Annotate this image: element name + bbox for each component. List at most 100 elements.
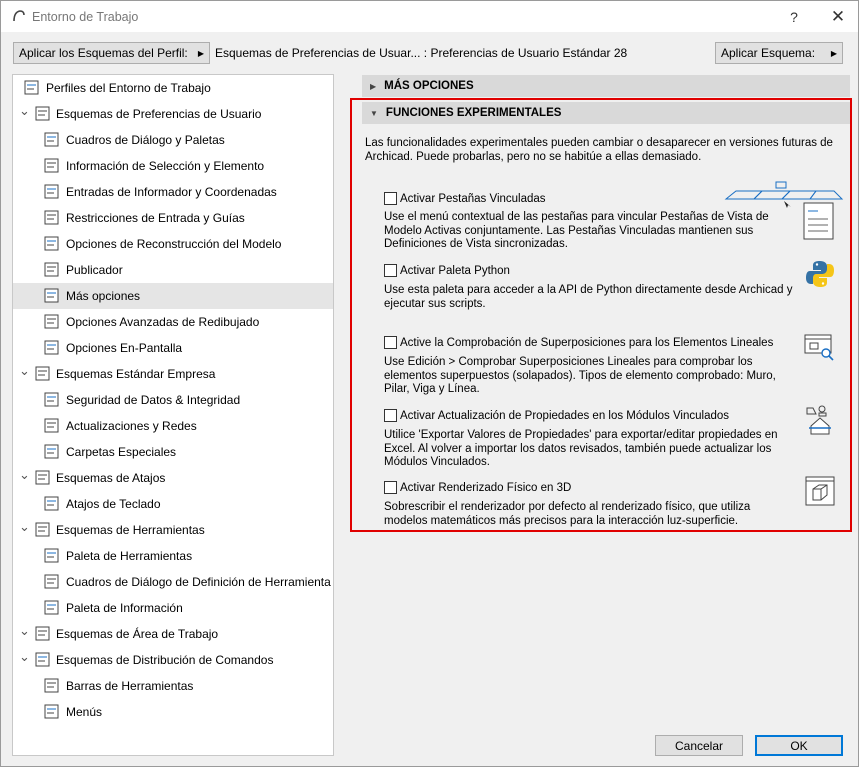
close-button[interactable]: ✕ bbox=[826, 7, 850, 27]
window-title: Entorno de Trabajo bbox=[32, 10, 139, 24]
module-properties-icon bbox=[806, 405, 831, 435]
more-options-header[interactable]: ▶ MÁS OPCIONES bbox=[362, 75, 850, 97]
sidebar-item-label: Esquemas de Preferencias de Usuario bbox=[56, 107, 262, 121]
sidebar-item-label: Esquemas de Distribución de Comandos bbox=[56, 653, 274, 667]
python-logo-icon bbox=[806, 261, 834, 287]
physical-render-checkbox[interactable] bbox=[384, 481, 397, 494]
chevron-down-icon[interactable]: ⌄ bbox=[19, 649, 30, 665]
cancel-button[interactable]: Cancelar bbox=[655, 735, 743, 756]
sidebar-item-label: Restricciones de Entrada y Guías bbox=[66, 211, 245, 225]
sidebar-item-label: Opciones Avanzadas de Redibujado bbox=[66, 315, 260, 329]
rebuild-icon bbox=[44, 236, 59, 251]
sidebar-item[interactable]: Opciones Avanzadas de Redibujado bbox=[13, 309, 333, 335]
sidebar-item[interactable]: Opciones En-Pantalla bbox=[13, 335, 333, 361]
linear-overlap-description: Use Edición > Comprobar Superposiciones … bbox=[384, 356, 776, 395]
menus-icon bbox=[44, 704, 59, 719]
chevron-down-icon[interactable]: ⌄ bbox=[19, 467, 30, 483]
triangle-down-icon: ▼ bbox=[370, 108, 378, 118]
physical-render-description: Sobrescribir el renderizador por defecto… bbox=[384, 501, 751, 527]
sidebar-item-label: Esquemas de Herramientas bbox=[56, 523, 205, 537]
sidebar-item[interactable]: Menús bbox=[13, 699, 333, 725]
chevron-down-icon[interactable]: ⌄ bbox=[19, 519, 30, 535]
ok-button[interactable]: OK bbox=[755, 735, 843, 756]
sidebar-item-label: Esquemas de Atajos bbox=[56, 471, 166, 485]
sidebar-item-label: Actualizaciones y Redes bbox=[66, 419, 197, 433]
sidebar-item-label: Menús bbox=[66, 705, 103, 719]
toolbar: Aplicar los Esquemas del Perfil: ▶ Esque… bbox=[1, 32, 858, 74]
sidebar-item-label: Barras de Herramientas bbox=[66, 679, 194, 693]
apply-profile-label: Aplicar los Esquemas del Perfil: bbox=[19, 46, 188, 60]
physical-render-label: Activar Renderizado Físico en 3D bbox=[400, 481, 572, 494]
sidebar-item[interactable]: Restricciones de Entrada y Guías bbox=[13, 205, 333, 231]
option-property-update[interactable]: Activar Actualización de Propiedades en … bbox=[384, 409, 729, 422]
sidebar-item-label: Opciones de Reconstrucción del Modelo bbox=[66, 237, 282, 251]
3d-render-icon bbox=[805, 476, 835, 506]
sidebar-item-label: Entradas de Informador y Coordenadas bbox=[66, 185, 277, 199]
sidebar-item[interactable]: Entradas de Informador y Coordenadas bbox=[13, 179, 333, 205]
xyz-icon bbox=[44, 184, 59, 199]
linear-overlap-checkbox[interactable] bbox=[384, 336, 397, 349]
sidebar-item[interactable]: Opciones de Reconstrucción del Modelo bbox=[13, 231, 333, 257]
option-linear-overlap[interactable]: Active la Comprobación de Superposicione… bbox=[384, 336, 773, 349]
apply-scheme-label: Aplicar Esquema: bbox=[721, 46, 816, 60]
option-python-palette[interactable]: Activar Paleta Python bbox=[384, 264, 510, 277]
sidebar-item-label: Cuadros de Diálogo de Definición de Herr… bbox=[66, 575, 331, 589]
python-palette-checkbox[interactable] bbox=[384, 264, 397, 277]
monitor-icon bbox=[44, 340, 59, 355]
sidebar-item[interactable]: Paleta de Información bbox=[13, 595, 333, 621]
dialogs-icon bbox=[44, 132, 59, 147]
property-update-label: Activar Actualización de Propiedades en … bbox=[400, 409, 730, 422]
chevron-down-icon[interactable]: ⌄ bbox=[19, 103, 30, 119]
property-update-description: Utilice 'Exportar Valores de Propiedades… bbox=[384, 429, 778, 468]
python-palette-label: Activar Paleta Python bbox=[400, 264, 510, 277]
sidebar-item[interactable]: ⌄ Esquemas de Atajos bbox=[13, 465, 333, 491]
sidebar-item[interactable]: Publicador bbox=[13, 257, 333, 283]
chevron-right-icon: ▶ bbox=[830, 48, 837, 58]
sidebar-item[interactable]: Paleta de Herramientas bbox=[13, 543, 333, 569]
sidebar-item[interactable]: Barras de Herramientas bbox=[13, 673, 333, 699]
sidebar-item[interactable]: Perfiles del Entorno de Trabajo bbox=[13, 75, 333, 101]
help-button[interactable]: ? bbox=[782, 7, 806, 27]
toolbox-icon bbox=[44, 548, 59, 563]
property-update-checkbox[interactable] bbox=[384, 409, 397, 422]
user-preferences-icon bbox=[35, 106, 50, 121]
linked-tabs-checkbox[interactable] bbox=[384, 192, 397, 205]
sidebar-item[interactable]: Información de Selección y Elemento bbox=[13, 153, 333, 179]
option-linked-tabs[interactable]: Activar Pestañas Vinculadas bbox=[384, 192, 546, 205]
selection-info-icon bbox=[44, 158, 59, 173]
mouse-constraints-icon bbox=[44, 210, 59, 225]
sidebar-item[interactable]: ⌄ Esquemas Estándar Empresa bbox=[13, 361, 333, 387]
sidebar-item[interactable]: ⌄ Esquemas de Distribución de Comandos bbox=[13, 647, 333, 673]
apply-profile-button[interactable]: Aplicar los Esquemas del Perfil: ▶ bbox=[13, 42, 210, 64]
info-box-icon bbox=[44, 600, 59, 615]
option-physical-render[interactable]: Activar Renderizado Físico en 3D bbox=[384, 481, 571, 494]
sidebar-item[interactable]: Más opciones bbox=[13, 283, 333, 309]
python-palette-description: Use esta paleta para acceder a la API de… bbox=[384, 284, 793, 310]
sidebar-item[interactable]: Cuadros de Diálogo de Definición de Herr… bbox=[13, 569, 333, 595]
sidebar-item[interactable]: Seguridad de Datos & Integridad bbox=[13, 387, 333, 413]
linked-tabs-label: Activar Pestañas Vinculadas bbox=[400, 192, 546, 205]
experimental-header[interactable]: ▼ FUNCIONES EXPERIMENTALES bbox=[362, 102, 850, 124]
chevron-down-icon[interactable]: ⌄ bbox=[19, 623, 30, 639]
sidebar-item-label: Más opciones bbox=[66, 289, 141, 303]
sidebar-item[interactable]: Actualizaciones y Redes bbox=[13, 413, 333, 439]
apply-scheme-button[interactable]: Aplicar Esquema: ▶ bbox=[715, 42, 843, 64]
sidebar-item[interactable]: ⌄ Esquemas de Herramientas bbox=[13, 517, 333, 543]
sidebar-item[interactable]: Cuadros de Diálogo y Paletas bbox=[13, 127, 333, 153]
sidebar-item[interactable]: ⌄ Esquemas de Preferencias de Usuario bbox=[13, 101, 333, 127]
sidebar-item-label: Perfiles del Entorno de Trabajo bbox=[46, 81, 211, 95]
shortcut-scheme-icon bbox=[35, 470, 50, 485]
redraw-icon bbox=[44, 314, 59, 329]
chevron-right-icon: ▶ bbox=[197, 48, 204, 58]
experimental-label: FUNCIONES EXPERIMENTALES bbox=[385, 107, 562, 119]
experimental-intro: Las funcionalidades experimentales puede… bbox=[365, 137, 833, 163]
sidebar-tree[interactable]: Perfiles del Entorno de Trabajo ⌄ Esquemas… bbox=[12, 74, 334, 756]
sidebar-item-label: Esquemas de Área de Trabajo bbox=[56, 627, 219, 641]
chevron-down-icon[interactable]: ⌄ bbox=[19, 363, 30, 379]
linked-tabs-icon bbox=[724, 181, 844, 240]
sidebar-item[interactable]: ⌄ Esquemas de Área de Trabajo bbox=[13, 621, 333, 647]
sidebar-item[interactable]: Carpetas Especiales bbox=[13, 439, 333, 465]
folder-icon bbox=[44, 444, 59, 459]
gear-icon bbox=[44, 392, 59, 407]
sidebar-item[interactable]: Atajos de Teclado bbox=[13, 491, 333, 517]
